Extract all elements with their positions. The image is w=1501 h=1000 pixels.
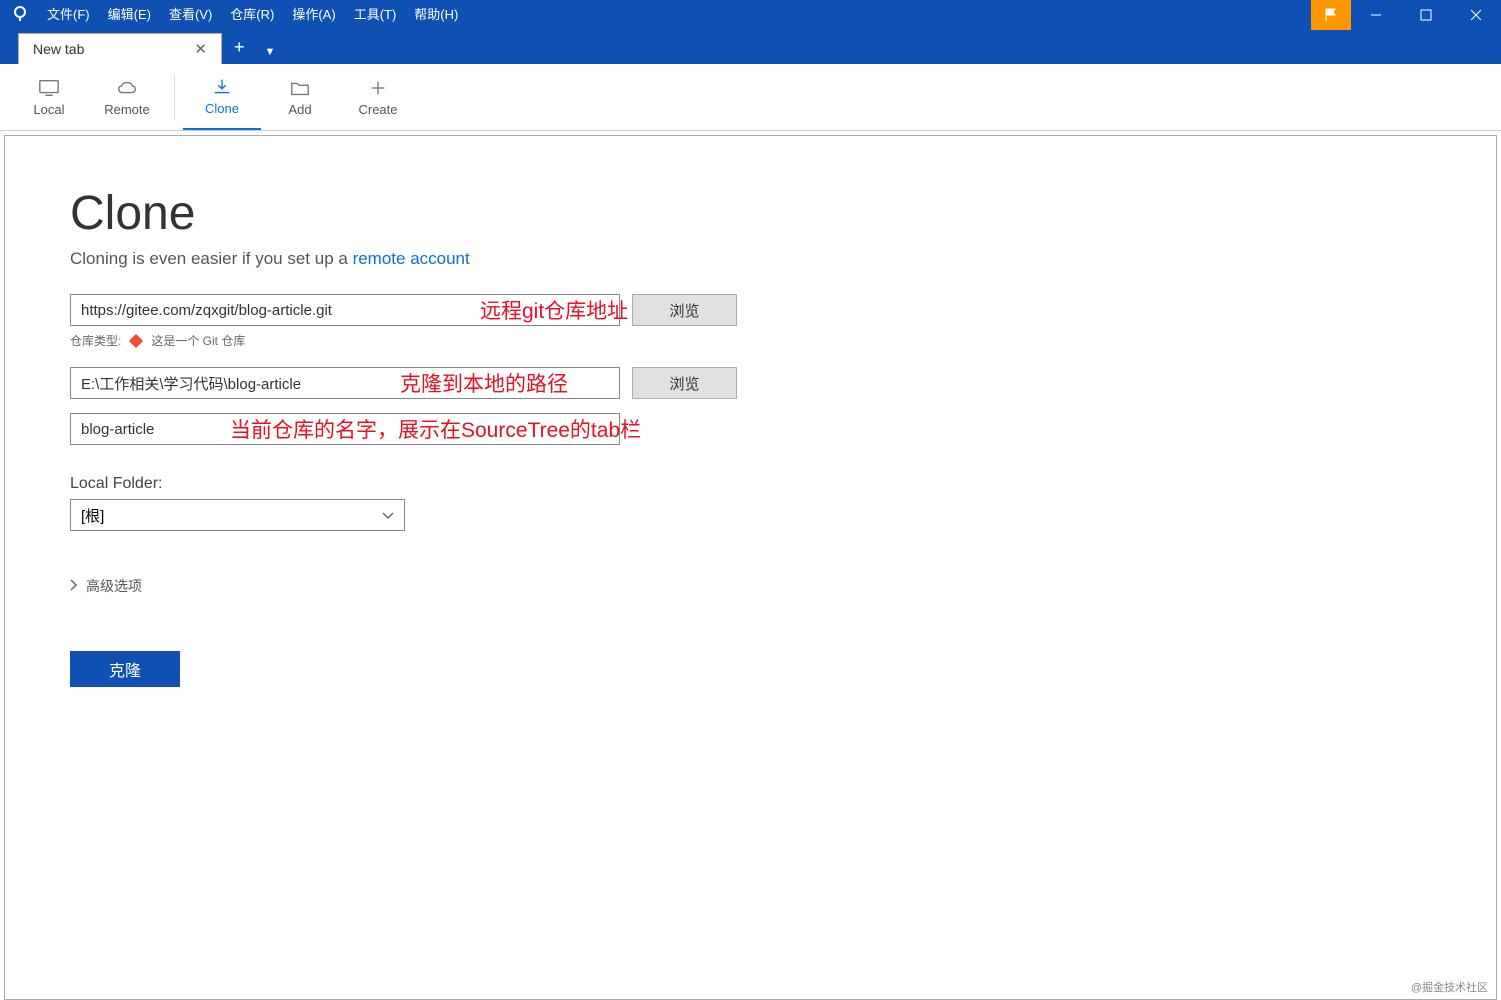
plus-icon	[367, 78, 389, 98]
menu-file[interactable]: 文件(F)	[38, 0, 99, 30]
clone-button[interactable]: 克隆	[70, 651, 180, 687]
toolbar-add-label: Add	[288, 102, 311, 117]
local-path-input[interactable]	[70, 367, 620, 399]
git-icon	[129, 334, 143, 348]
toolbar-divider	[174, 74, 175, 120]
tab-new[interactable]: New tab ✕	[18, 33, 222, 64]
repo-type-row: 仓库类型: 这是一个 Git 仓库	[70, 332, 1431, 349]
menu-tools[interactable]: 工具(T)	[345, 0, 406, 30]
tab-close-icon[interactable]: ✕	[194, 40, 207, 58]
local-folder-value: [根]	[81, 505, 104, 526]
maximize-button[interactable]	[1401, 0, 1451, 30]
tab-dropdown-icon[interactable]: ▼	[256, 40, 283, 64]
chevron-down-icon	[382, 507, 394, 524]
advanced-label: 高级选项	[86, 576, 142, 596]
toolbar-remote-label: Remote	[104, 102, 150, 117]
tab-bar: New tab ✕ + ▼	[0, 30, 1501, 64]
toolbar: Local Remote Clone Add Create	[0, 64, 1501, 131]
page-title: Clone	[70, 186, 1431, 241]
tab-label: New tab	[33, 41, 84, 57]
chevron-right-icon	[70, 578, 78, 594]
local-folder-label: Local Folder:	[70, 475, 1431, 493]
toolbar-create-label: Create	[358, 102, 397, 117]
repo-type-label: 仓库类型:	[70, 332, 121, 349]
menu-action[interactable]: 操作(A)	[283, 0, 344, 30]
title-bar: 文件(F) 编辑(E) 查看(V) 仓库(R) 操作(A) 工具(T) 帮助(H…	[0, 0, 1501, 30]
app-icon	[12, 6, 28, 25]
remote-account-link[interactable]: remote account	[353, 249, 470, 268]
close-button[interactable]	[1451, 0, 1501, 30]
toolbar-clone[interactable]: Clone	[183, 64, 261, 130]
cloud-icon	[116, 78, 138, 98]
menu-repo[interactable]: 仓库(R)	[221, 0, 283, 30]
advanced-options-toggle[interactable]: 高级选项	[70, 576, 1431, 596]
menu-help[interactable]: 帮助(H)	[405, 0, 467, 30]
repo-name-input[interactable]	[70, 413, 620, 445]
download-icon	[211, 77, 233, 97]
tab-add-button[interactable]: +	[222, 31, 257, 64]
minimize-button[interactable]	[1351, 0, 1401, 30]
page-subtitle: Cloning is even easier if you set up a r…	[70, 249, 1431, 269]
folder-icon	[289, 78, 311, 98]
toolbar-add[interactable]: Add	[261, 64, 339, 130]
content-area: Clone Cloning is even easier if you set …	[4, 135, 1497, 1000]
toolbar-clone-label: Clone	[205, 101, 239, 116]
toolbar-local-label: Local	[33, 102, 64, 117]
repo-url-input[interactable]	[70, 294, 620, 326]
toolbar-remote[interactable]: Remote	[88, 64, 166, 130]
browse-url-button[interactable]: 浏览	[632, 294, 737, 326]
menu-view[interactable]: 查看(V)	[160, 0, 221, 30]
menu-edit[interactable]: 编辑(E)	[99, 0, 160, 30]
local-folder-select[interactable]: [根]	[70, 499, 405, 531]
toolbar-local[interactable]: Local	[10, 64, 88, 130]
toolbar-create[interactable]: Create	[339, 64, 417, 130]
notification-flag-button[interactable]	[1311, 0, 1351, 30]
repo-type-text: 这是一个 Git 仓库	[151, 332, 245, 349]
watermark: @掘金技术社区	[1411, 979, 1488, 995]
browse-path-button[interactable]: 浏览	[632, 367, 737, 399]
monitor-icon	[38, 78, 60, 98]
